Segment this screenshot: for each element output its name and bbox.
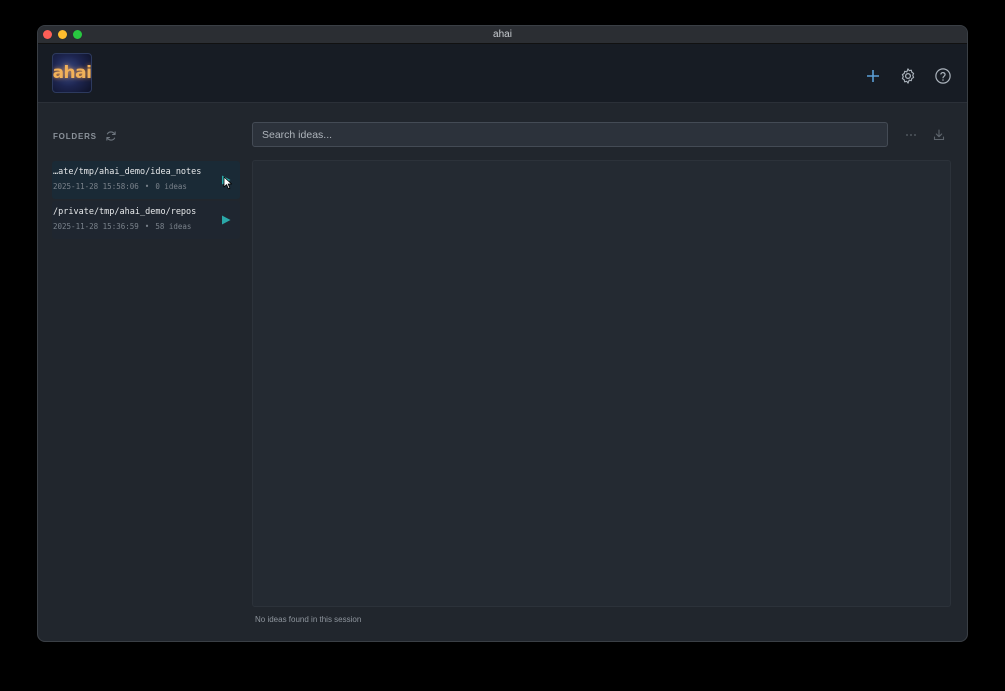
folder-idea-count: 0 ideas (155, 182, 187, 191)
close-window-button[interactable] (43, 30, 52, 39)
add-button[interactable] (863, 66, 883, 86)
maximize-window-button[interactable] (73, 30, 82, 39)
app-header: ahai (38, 44, 967, 103)
folders-sidebar: FOLDERS …ate/tmp/ahai_demo/idea_notes 20… (38, 103, 248, 641)
folders-label: FOLDERS (53, 131, 97, 141)
folder-meta: 2025-11-28 15:36:59 • 58 ideas (53, 222, 191, 231)
minimize-window-button[interactable] (58, 30, 67, 39)
folder-path: /private/tmp/ahai_demo/repos (53, 207, 197, 217)
help-button[interactable] (933, 66, 953, 86)
folder-meta: 2025-11-28 15:58:06 • 0 ideas (53, 182, 187, 191)
title-bar: ahai (38, 26, 967, 44)
folder-item[interactable]: /private/tmp/ahai_demo/repos 2025-11-28 … (52, 201, 240, 239)
gear-icon (901, 68, 915, 84)
logo-text: ahai (52, 63, 92, 83)
refresh-icon[interactable] (105, 130, 117, 142)
plus-icon (867, 70, 879, 82)
download-icon[interactable] (932, 128, 946, 142)
separator-dot: • (144, 182, 150, 191)
window-title: ahai (493, 29, 512, 40)
ellipsis-icon[interactable] (904, 128, 918, 142)
folder-path: …ate/tmp/ahai_demo/idea_notes (53, 167, 202, 177)
ideas-list-panel (252, 160, 951, 607)
folders-header: FOLDERS (53, 130, 117, 142)
app-logo: ahai (52, 53, 92, 93)
search-input[interactable] (252, 122, 888, 147)
folder-timestamp: 2025-11-28 15:58:06 (53, 182, 139, 191)
status-text: No ideas found in this session (255, 615, 362, 624)
mouse-cursor-icon (223, 176, 232, 190)
settings-button[interactable] (898, 66, 918, 86)
separator-dot: • (144, 222, 150, 231)
app-window: ahai ahai FOLDERS …ate/tmp/ahai_demo/ide… (37, 25, 968, 642)
question-circle-icon (935, 68, 951, 84)
play-icon[interactable] (220, 214, 232, 226)
folder-item[interactable]: …ate/tmp/ahai_demo/idea_notes 2025-11-28… (52, 161, 240, 199)
window-controls (43, 30, 82, 39)
folder-timestamp: 2025-11-28 15:36:59 (53, 222, 139, 231)
folder-idea-count: 58 ideas (155, 222, 192, 231)
